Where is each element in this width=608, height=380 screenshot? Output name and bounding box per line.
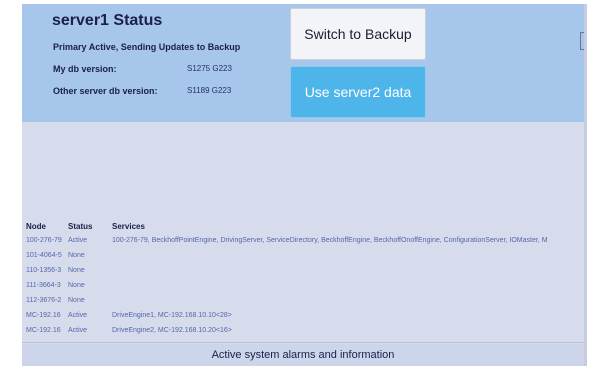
status-subtitle: Primary Active, Sending Updates to Backu… (53, 42, 241, 52)
table-row[interactable]: 100-276-79 Active 100-276-79, BeckhoffPo… (22, 237, 584, 251)
use-server2-data-button[interactable]: Use server2 data (290, 66, 426, 118)
status-cell: Active (68, 327, 88, 334)
node-column-header: Node (26, 222, 46, 231)
services-cell: DriveEngine2, MC-192.168.10.20<16> (112, 327, 232, 334)
services-cell: 100-276-79, BeckhoffPointEngine, Driving… (112, 237, 548, 244)
node-cell: 101-4064-5 (26, 252, 62, 259)
status-cell: None (68, 267, 85, 274)
table-row[interactable]: 101-4064-5 None (22, 252, 584, 266)
switch-to-backup-button[interactable]: Switch to Backup (290, 8, 426, 60)
my-db-label: My db version: (53, 64, 117, 74)
table-row[interactable]: MC-192.16 Active DriveEngine1, MC-192.16… (22, 312, 584, 326)
node-cell: 112-3676-2 (26, 297, 62, 304)
status-column-header: Status (68, 222, 93, 231)
table-row[interactable]: 112-3676-2 None (22, 297, 584, 311)
services-column-header: Services (112, 222, 145, 231)
divider (22, 342, 584, 343)
alarms-panel-header[interactable]: Active system alarms and information (22, 344, 584, 366)
my-db-value: S1275 G223 (187, 64, 232, 73)
other-db-value: S1189 G223 (187, 86, 232, 95)
table-row[interactable]: 111-3664-3 None (22, 282, 584, 296)
bracket-icon (580, 32, 584, 50)
node-cell: 111-3664-3 (26, 282, 61, 289)
status-cell: None (68, 282, 85, 289)
status-cell: Active (68, 312, 88, 319)
other-db-label: Other server db version: (53, 86, 158, 96)
services-cell: DriveEngine1, MC-192.168.10.10<28> (112, 312, 232, 319)
hmi-screen: server1 Status Primary Active, Sending U… (22, 4, 587, 366)
node-cell: MC-192.16 (26, 312, 61, 319)
node-cell: 110-1356-3 (26, 267, 62, 274)
status-cell: Active (68, 237, 88, 244)
node-cell: 100-276-79 (26, 237, 62, 244)
node-cell: MC-192.16 (26, 327, 61, 334)
table-row[interactable]: MC-192.16 Active DriveEngine2, MC-192.16… (22, 327, 584, 341)
status-cell: None (68, 297, 85, 304)
status-cell: None (68, 252, 85, 259)
node-status-table: Node Status Services 100-276-79 Active 1… (22, 210, 584, 344)
status-header: server1 Status Primary Active, Sending U… (22, 4, 584, 122)
page-title: server1 Status (52, 12, 163, 29)
table-row[interactable]: 110-1356-3 None (22, 267, 584, 281)
